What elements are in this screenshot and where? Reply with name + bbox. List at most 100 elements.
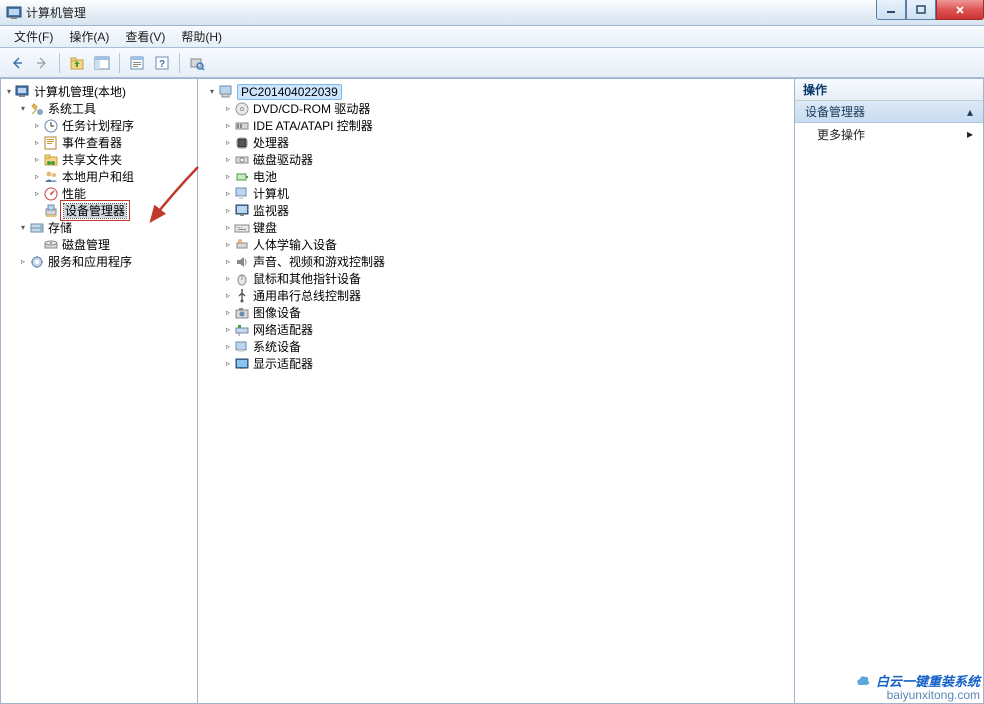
device-label: 磁盘驱动器 bbox=[253, 151, 313, 168]
expand-icon[interactable]: ▹ bbox=[222, 137, 234, 149]
services-icon bbox=[29, 254, 45, 270]
expand-icon[interactable]: ▹ bbox=[222, 188, 234, 200]
actions-section-title[interactable]: 设备管理器 ▴ bbox=[795, 101, 983, 123]
expand-icon[interactable]: ▹ bbox=[222, 103, 234, 115]
toolbar-separator bbox=[119, 53, 120, 73]
device-label: 计算机 bbox=[253, 185, 289, 202]
device-keyboard[interactable]: ▹ 键盘 bbox=[200, 219, 792, 236]
menubar: 文件(F) 操作(A) 查看(V) 帮助(H) bbox=[0, 26, 984, 48]
device-imaging[interactable]: ▹图像设备 bbox=[200, 304, 792, 321]
device-battery[interactable]: ▹ 电池 bbox=[200, 168, 792, 185]
up-button[interactable] bbox=[66, 52, 88, 74]
device-disk-drives[interactable]: ▹ 磁盘驱动器 bbox=[200, 151, 792, 168]
device-network[interactable]: ▹网络适配器 bbox=[200, 321, 792, 338]
forward-button[interactable] bbox=[31, 52, 53, 74]
event-viewer-icon bbox=[43, 135, 59, 151]
expand-icon[interactable]: ▹ bbox=[222, 256, 234, 268]
expand-icon[interactable]: ▹ bbox=[31, 171, 43, 183]
tree-label: 系统工具 bbox=[48, 100, 96, 117]
tree-label: 共享文件夹 bbox=[62, 151, 122, 168]
console-tree-panel: ▾ 计算机管理(本地) ▾ 系统工具 ▹ 任务计划程序 ▹ 事件查看器 ▹ bbox=[0, 78, 197, 704]
device-root-computer[interactable]: ▾ PC201404022039 bbox=[200, 83, 792, 100]
back-button[interactable] bbox=[6, 52, 28, 74]
device-mouse[interactable]: ▹ 鼠标和其他指针设备 bbox=[200, 270, 792, 287]
expand-icon[interactable]: ▹ bbox=[31, 137, 43, 149]
tools-icon bbox=[29, 101, 45, 117]
disk-management-icon bbox=[43, 237, 59, 253]
computer-icon bbox=[218, 84, 234, 100]
device-ide[interactable]: ▹IDE ATA/ATAPI 控制器 bbox=[200, 117, 792, 134]
collapse-icon[interactable]: ▾ bbox=[17, 103, 29, 115]
ide-icon bbox=[234, 118, 250, 134]
tree-local-users-groups[interactable]: ▹ 本地用户和组 bbox=[3, 168, 195, 185]
monitor-icon bbox=[234, 203, 250, 219]
expand-icon[interactable]: ▹ bbox=[222, 171, 234, 183]
tree-services-applications[interactable]: ▹ 服务和应用程序 bbox=[3, 253, 195, 270]
expand-icon[interactable]: ▹ bbox=[222, 307, 234, 319]
tree-storage[interactable]: ▾ 存储 bbox=[3, 219, 195, 236]
collapse-icon[interactable]: ▾ bbox=[17, 222, 29, 234]
device-tree[interactable]: ▾ PC201404022039 ▹DVD/CD-ROM 驱动器 ▹IDE AT… bbox=[198, 79, 794, 376]
tree-device-manager[interactable]: 设备管理器 bbox=[3, 202, 195, 219]
menu-view[interactable]: 查看(V) bbox=[117, 26, 173, 47]
expand-icon[interactable]: ▹ bbox=[222, 205, 234, 217]
scan-hardware-button[interactable] bbox=[186, 52, 208, 74]
tree-label: 磁盘管理 bbox=[62, 236, 110, 253]
sound-icon bbox=[234, 254, 250, 270]
expand-icon[interactable]: ▹ bbox=[31, 188, 43, 200]
device-monitor[interactable]: ▹监视器 bbox=[200, 202, 792, 219]
device-label: 电池 bbox=[253, 168, 277, 185]
expand-icon[interactable]: ▹ bbox=[222, 341, 234, 353]
device-label: 鼠标和其他指针设备 bbox=[253, 270, 361, 287]
menu-file[interactable]: 文件(F) bbox=[6, 26, 61, 47]
device-sound[interactable]: ▹声音、视频和游戏控制器 bbox=[200, 253, 792, 270]
minimize-button[interactable] bbox=[876, 0, 906, 20]
expand-icon[interactable]: ▹ bbox=[222, 324, 234, 336]
maximize-button[interactable] bbox=[906, 0, 936, 20]
expand-icon[interactable]: ▹ bbox=[222, 120, 234, 132]
expander-placeholder bbox=[31, 239, 43, 251]
device-hid[interactable]: ▹人体学输入设备 bbox=[200, 236, 792, 253]
expand-icon[interactable]: ▹ bbox=[31, 120, 43, 132]
expand-icon[interactable]: ▹ bbox=[31, 154, 43, 166]
help-button[interactable]: ? bbox=[151, 52, 173, 74]
device-dvd[interactable]: ▹DVD/CD-ROM 驱动器 bbox=[200, 100, 792, 117]
expand-icon[interactable]: ▹ bbox=[222, 239, 234, 251]
close-button[interactable] bbox=[936, 0, 984, 20]
menu-help[interactable]: 帮助(H) bbox=[173, 26, 230, 47]
dvd-icon bbox=[234, 101, 250, 117]
expand-icon[interactable]: ▹ bbox=[222, 290, 234, 302]
tree-event-viewer[interactable]: ▹ 事件查看器 bbox=[3, 134, 195, 151]
expand-icon[interactable]: ▹ bbox=[222, 273, 234, 285]
expand-icon[interactable]: ▹ bbox=[17, 256, 29, 268]
device-display[interactable]: ▹ 显示适配器 bbox=[200, 355, 792, 372]
submenu-arrow-icon: ▸ bbox=[967, 127, 973, 141]
device-computer[interactable]: ▹ 计算机 bbox=[200, 185, 792, 202]
device-processor[interactable]: ▹处理器 bbox=[200, 134, 792, 151]
device-manager-icon bbox=[43, 203, 59, 219]
device-label: PC201404022039 bbox=[237, 84, 342, 100]
expand-icon[interactable]: ▹ bbox=[222, 358, 234, 370]
device-label: 通用串行总线控制器 bbox=[253, 287, 361, 304]
device-label: 显示适配器 bbox=[253, 355, 313, 372]
device-usb[interactable]: ▹ 通用串行总线控制器 bbox=[200, 287, 792, 304]
menu-action[interactable]: 操作(A) bbox=[61, 26, 117, 47]
collapse-icon[interactable]: ▾ bbox=[3, 86, 15, 98]
tree-system-tools[interactable]: ▾ 系统工具 bbox=[3, 100, 195, 117]
expand-icon[interactable]: ▹ bbox=[222, 222, 234, 234]
device-label: 键盘 bbox=[253, 219, 277, 236]
actions-more-actions[interactable]: 更多操作 ▸ bbox=[795, 123, 983, 145]
actions-section-label: 设备管理器 bbox=[805, 103, 865, 120]
tree-label: 事件查看器 bbox=[62, 134, 122, 151]
collapse-icon[interactable]: ▾ bbox=[206, 86, 218, 98]
tree-root-computer-management[interactable]: ▾ 计算机管理(本地) bbox=[3, 83, 195, 100]
show-hide-tree-button[interactable] bbox=[91, 52, 113, 74]
properties-button[interactable] bbox=[126, 52, 148, 74]
tree-shared-folders[interactable]: ▹ 共享文件夹 bbox=[3, 151, 195, 168]
expand-icon[interactable]: ▹ bbox=[222, 154, 234, 166]
tree-task-scheduler[interactable]: ▹ 任务计划程序 bbox=[3, 117, 195, 134]
keyboard-icon bbox=[234, 220, 250, 236]
device-system[interactable]: ▹系统设备 bbox=[200, 338, 792, 355]
console-tree[interactable]: ▾ 计算机管理(本地) ▾ 系统工具 ▹ 任务计划程序 ▹ 事件查看器 ▹ bbox=[1, 79, 197, 274]
tree-disk-management[interactable]: 磁盘管理 bbox=[3, 236, 195, 253]
